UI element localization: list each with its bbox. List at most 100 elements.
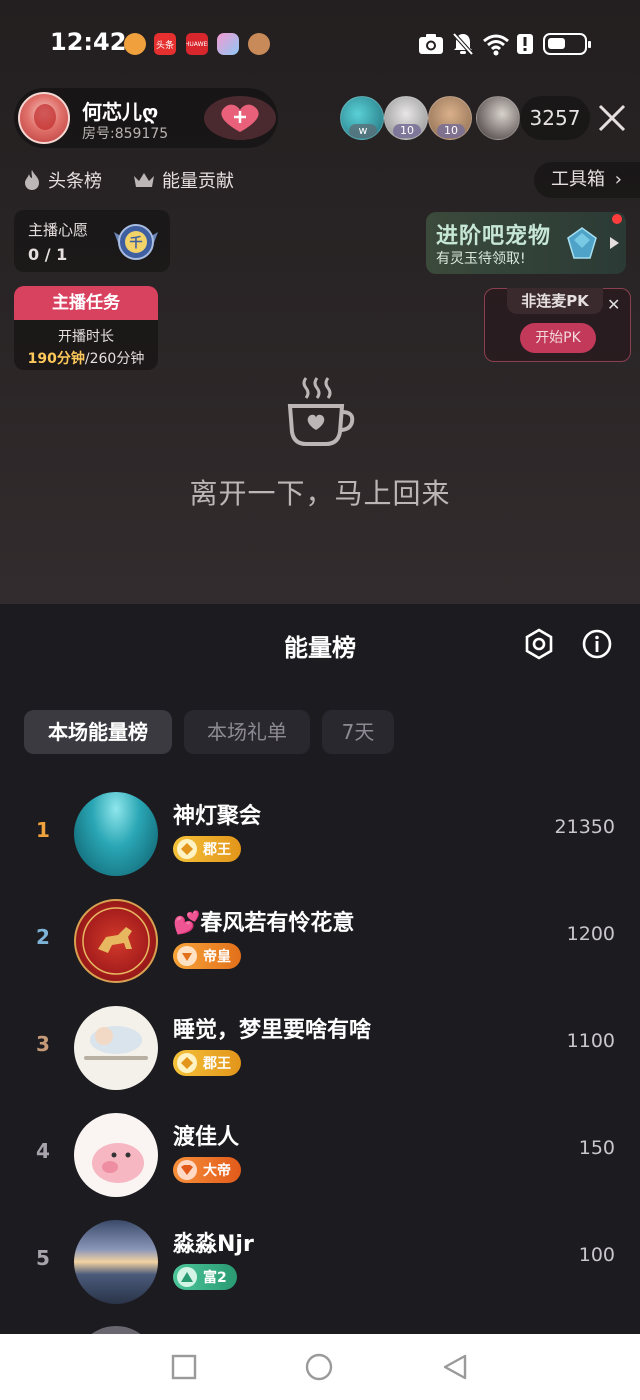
rank-row[interactable]: 4 渡佳人 大帝 150 — [0, 1105, 640, 1205]
pet-upgrade-banner[interactable]: 进阶吧宠物 有灵玉待领取! — [426, 212, 626, 274]
user-name: 睡觉，梦里要啥有啥 — [173, 1018, 372, 1043]
start-pk-button[interactable]: 开始PK — [520, 323, 596, 353]
rank-badge: 大帝 — [173, 1157, 241, 1183]
headline-rank-label: 头条榜 — [48, 171, 102, 192]
rank-badge: 帝皇 — [173, 943, 241, 969]
battery-icon — [543, 33, 591, 55]
energy-rank-sheet: 能量榜 本场能量榜 本场礼单 7天 1 神灯聚会 郡王 21350 2 💕春风若… — [0, 604, 640, 1400]
wish-title: 主播心愿 — [28, 221, 89, 239]
viewer-avatar[interactable]: w — [340, 96, 384, 140]
rank-badge-label: 大帝 — [203, 1163, 231, 1179]
toutiao-icon: 头条 — [154, 33, 176, 55]
settings-hex-icon[interactable] — [523, 628, 555, 660]
system-nav-bar — [0, 1334, 640, 1400]
wish-badge-icon: 千 — [114, 224, 158, 260]
host-wish-card[interactable]: 主播心愿 0 / 1 千 — [14, 210, 170, 272]
diamond-icon — [177, 1160, 197, 1180]
rank-badge: 郡王 — [173, 836, 241, 862]
energy-score: 100 — [578, 1244, 615, 1266]
pet-banner-subtitle: 有灵玉待领取! — [436, 251, 526, 267]
headline-rank-link[interactable]: 头条榜 — [22, 164, 102, 196]
task-title: 主播任务 — [14, 286, 158, 320]
task-progress: 190分钟/260分钟 — [14, 348, 158, 368]
energy-contribution-label: 能量贡献 — [162, 171, 234, 192]
viewer-count[interactable]: 3257 — [520, 96, 590, 140]
photos-icon — [217, 33, 239, 55]
away-message: 离开一下，马上回来 — [189, 477, 451, 510]
host-info[interactable]: 何芯儿ღ 房号:859175 — [14, 88, 278, 148]
coffee-cup-icon — [287, 377, 355, 446]
user-name: 💕春风若有怜花意 — [173, 911, 355, 936]
play-arrow-icon — [610, 237, 619, 249]
user-avatar[interactable] — [74, 1220, 158, 1304]
tab-session-gifts[interactable]: 本场礼单 — [184, 710, 310, 754]
wifi-icon — [483, 34, 509, 56]
task-current: 190分钟 — [27, 351, 85, 367]
tab-7-days[interactable]: 7天 — [322, 710, 394, 754]
pk-card: 非连麦PK ✕ 开始PK — [484, 288, 631, 362]
live-room-background: 12:42 头条 HUAWEI 何芯儿ღ 房号:859175 w 10 10 3… — [0, 0, 640, 604]
sleeping-baby-image — [84, 1026, 148, 1060]
crown-icon — [134, 173, 154, 187]
recent-apps-button[interactable] — [170, 1353, 198, 1381]
mute-bell-icon — [452, 32, 474, 56]
energy-score: 1200 — [566, 923, 615, 945]
wish-badge-char: 千 — [129, 235, 142, 251]
horse-coin-image — [82, 907, 150, 975]
rank-number: 5 — [36, 1246, 50, 1270]
jade-gem-icon — [567, 227, 597, 259]
close-icon[interactable]: ✕ — [607, 295, 620, 314]
energy-score: 150 — [578, 1137, 615, 1159]
huawei-icon: HUAWEI — [186, 33, 208, 55]
tab-session-energy[interactable]: 本场能量榜 — [24, 710, 172, 754]
pet-banner-title: 进阶吧宠物 — [436, 224, 552, 249]
diamond-icon — [177, 839, 197, 859]
user-avatar[interactable] — [74, 1113, 158, 1197]
viewer-level: 10 — [437, 124, 465, 138]
pk-title: 非连麦PK — [507, 288, 603, 314]
viewer-avatar[interactable]: 10 — [428, 96, 472, 140]
alert-icon — [517, 34, 533, 54]
rank-badge: 郡王 — [173, 1050, 241, 1076]
rank-row[interactable]: 5 淼淼Njr 富2 100 — [0, 1212, 640, 1312]
profile-avatar-icon — [248, 33, 270, 55]
toolbox-label: 工具箱 — [551, 169, 605, 190]
host-task-card[interactable]: 主播任务 开播时长 190分钟/260分钟 — [14, 286, 158, 370]
rank-badge-label: 帝皇 — [203, 949, 231, 965]
home-button[interactable] — [305, 1353, 333, 1381]
user-name: 渡佳人 — [173, 1125, 240, 1150]
diamond-icon — [177, 946, 197, 966]
status-bar: 12:42 头条 HUAWEI — [0, 0, 640, 88]
close-icon[interactable] — [596, 102, 628, 134]
rank-badge-label: 富2 — [203, 1270, 227, 1286]
energy-contribution-link[interactable]: 能量贡献 — [132, 164, 234, 196]
toolbox-button[interactable]: 工具箱 › — [534, 162, 640, 198]
diamond-icon — [177, 1053, 197, 1073]
host-name: 何芯儿ღ — [82, 100, 159, 124]
rank-row[interactable]: 2 💕春风若有怜花意 帝皇 1200 — [0, 891, 640, 991]
task-label: 开播时长 — [58, 329, 114, 345]
user-avatar[interactable] — [74, 792, 158, 876]
wechat-avatar-icon — [124, 33, 146, 55]
rank-number: 3 — [36, 1032, 50, 1056]
chevron-right-icon: › — [614, 169, 622, 190]
pig-cartoon-image — [92, 1143, 144, 1183]
rank-row[interactable]: 1 神灯聚会 郡王 21350 — [0, 784, 640, 884]
camera-icon — [419, 34, 443, 54]
rank-badge-label: 郡王 — [203, 1056, 231, 1072]
rank-badge-label: 郡王 — [203, 842, 231, 858]
energy-score: 21350 — [554, 816, 615, 838]
rank-row[interactable]: 3 睡觉，梦里要啥有啥 郡王 1100 — [0, 998, 640, 1098]
rank-badge: 富2 — [173, 1264, 237, 1290]
user-name: 淼淼Njr — [173, 1232, 254, 1257]
viewer-avatar[interactable]: 10 — [384, 96, 428, 140]
host-avatar[interactable] — [18, 92, 70, 144]
viewer-avatar[interactable] — [476, 96, 520, 140]
follow-heart-button[interactable] — [202, 94, 278, 142]
info-icon[interactable] — [581, 628, 613, 660]
energy-score: 1100 — [566, 1030, 615, 1052]
back-button[interactable] — [441, 1353, 469, 1381]
user-avatar[interactable] — [74, 899, 158, 983]
flame-icon — [25, 170, 39, 190]
user-avatar[interactable] — [74, 1006, 158, 1090]
